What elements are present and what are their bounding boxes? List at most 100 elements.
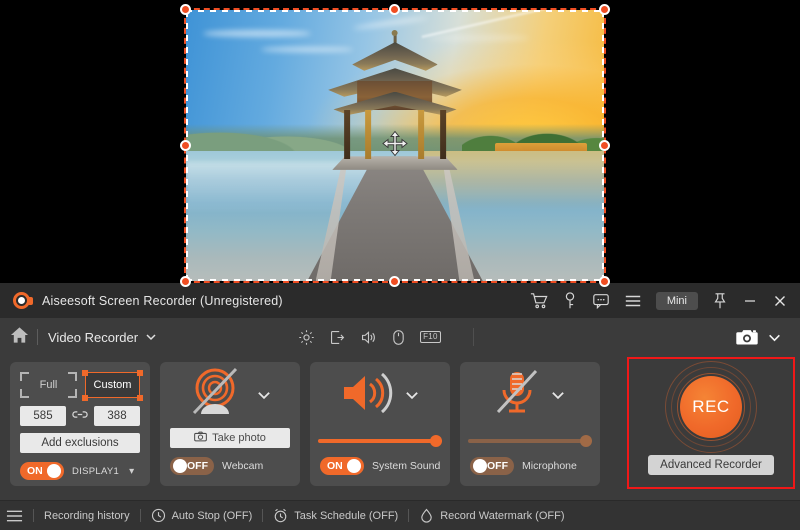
key-icon[interactable] [562, 292, 578, 310]
capture-selection-region[interactable] [186, 10, 604, 281]
webcam-toggle-state: OFF [187, 460, 208, 472]
resize-handle-w[interactable] [180, 140, 191, 151]
chat-bubble-icon[interactable] [592, 292, 610, 310]
resize-handle-se[interactable] [599, 276, 610, 287]
pagoda-pillar [344, 110, 350, 159]
panel-microphone: OFF Microphone [460, 362, 600, 486]
settings-gear-icon[interactable] [298, 329, 315, 346]
window-title: Aiseesoft Screen Recorder (Unregistered) [42, 294, 283, 308]
mode-toolbar: Video Recorder [0, 318, 800, 356]
rec-button[interactable]: REC [680, 376, 742, 438]
status-divider [140, 509, 141, 522]
microphone-volume-slider[interactable] [468, 434, 592, 448]
custom-label: Custom [94, 379, 132, 391]
custom-area-button[interactable]: Custom [85, 372, 140, 398]
status-divider [408, 509, 409, 522]
add-exclusions-button[interactable]: Add exclusions [20, 433, 140, 453]
clock-icon [151, 508, 166, 523]
system-sound-toggle-row: ON System Sound [310, 448, 450, 475]
mouse-icon[interactable] [391, 329, 406, 346]
microphone-icon-row [460, 362, 600, 428]
resize-handle-ne[interactable] [599, 4, 610, 15]
close-icon[interactable] [772, 293, 788, 309]
move-cursor-icon[interactable] [382, 130, 408, 161]
toolbar-divider [37, 329, 38, 345]
speaker-on-icon[interactable] [340, 370, 394, 421]
system-sound-toggle[interactable]: ON [320, 457, 364, 475]
cloud [203, 30, 312, 37]
speaker-icon[interactable] [360, 329, 377, 346]
take-photo-label: Take photo [212, 432, 266, 444]
pin-icon[interactable] [712, 292, 728, 310]
status-divider [262, 509, 263, 522]
pagoda-pillar [440, 110, 446, 159]
display-toggle[interactable]: ON [20, 462, 64, 480]
title-bar: Aiseesoft Screen Recorder (Unregistered) [0, 283, 800, 318]
resize-handle-e[interactable] [599, 140, 610, 151]
display-select-label[interactable]: DISPLAY1 [72, 466, 119, 477]
microphone-toggle[interactable]: OFF [470, 457, 514, 475]
dimension-row [10, 398, 150, 426]
width-input[interactable] [20, 406, 66, 426]
display-toggle-state: ON [27, 465, 43, 477]
webcam-toggle-row: OFF Webcam [160, 448, 300, 475]
microphone-toggle-state: OFF [487, 460, 508, 472]
full-screen-button[interactable]: Full [20, 372, 77, 398]
microphone-toggle-row: OFF Microphone [460, 448, 600, 475]
take-photo-button[interactable]: Take photo [170, 428, 290, 448]
hamburger-menu-icon[interactable] [624, 293, 642, 309]
panel-system-sound: ON System Sound [310, 362, 450, 486]
minimize-icon[interactable] [742, 293, 758, 309]
app-lens-icon [12, 290, 34, 312]
chevron-down-icon[interactable] [767, 330, 782, 345]
resize-handle-sw[interactable] [180, 276, 191, 287]
export-icon[interactable] [329, 329, 346, 346]
panel-webcam: Take photo OFF Webcam [160, 362, 300, 486]
system-sound-icon-row [310, 362, 450, 428]
alarm-clock-icon [273, 508, 288, 523]
panel-display-area: Full Custom Add e [10, 362, 150, 486]
auto-stop-button[interactable]: Auto Stop (OFF) [151, 508, 253, 523]
task-schedule-button[interactable]: Task Schedule (OFF) [273, 508, 398, 523]
camera-icon[interactable] [735, 328, 759, 347]
resize-handle-n[interactable] [389, 4, 400, 15]
snapshot-control-group [735, 328, 790, 347]
chevron-down-icon[interactable] [256, 387, 272, 403]
home-icon[interactable] [10, 326, 29, 349]
chevron-down-icon[interactable] [550, 387, 566, 403]
recording-history-label: Recording history [44, 510, 130, 522]
chevron-down-icon[interactable] [144, 330, 158, 344]
mini-mode-button[interactable]: Mini [656, 292, 698, 310]
system-sound-volume-slider[interactable] [318, 434, 442, 448]
recording-history-button[interactable]: Recording history [44, 510, 130, 522]
resize-handle-s[interactable] [389, 276, 400, 287]
display-toggle-row: ON DISPLAY1 ▾ [10, 453, 150, 480]
hotkey-f10-badge[interactable]: F10 [420, 331, 441, 343]
status-divider [33, 509, 34, 522]
system-sound-label: System Sound [372, 460, 440, 472]
microphone-muted-icon[interactable] [494, 368, 540, 423]
camera-small-icon [194, 431, 207, 445]
chevron-down-icon[interactable] [404, 387, 420, 403]
hamburger-menu-icon[interactable] [6, 509, 23, 523]
height-input[interactable] [94, 406, 140, 426]
rec-button-area: REC [629, 359, 793, 455]
webcam-toggle[interactable]: OFF [170, 457, 214, 475]
advanced-recorder-button[interactable]: Advanced Recorder [648, 455, 774, 475]
record-section-highlight: REC Advanced Recorder [627, 357, 795, 489]
shopping-cart-icon[interactable] [530, 292, 548, 310]
auto-stop-label: Auto Stop (OFF) [172, 510, 253, 522]
pagoda-pillar [418, 110, 424, 159]
chevron-down-icon[interactable]: ▾ [129, 466, 134, 477]
record-watermark-label: Record Watermark (OFF) [440, 510, 564, 522]
microphone-label: Microphone [522, 460, 577, 472]
webcam-disabled-icon[interactable] [188, 367, 246, 424]
record-watermark-button[interactable]: Record Watermark (OFF) [419, 508, 564, 523]
link-chain-icon[interactable] [72, 408, 88, 424]
status-bar: Recording history Auto Stop (OFF) Task S… [0, 500, 800, 530]
toolbar-icon-group: F10 [298, 328, 474, 346]
resize-handle-nw[interactable] [180, 4, 191, 15]
recorder-mode-label[interactable]: Video Recorder [48, 330, 138, 345]
window-controls: Mini [530, 292, 792, 310]
webcam-label: Webcam [222, 460, 263, 472]
